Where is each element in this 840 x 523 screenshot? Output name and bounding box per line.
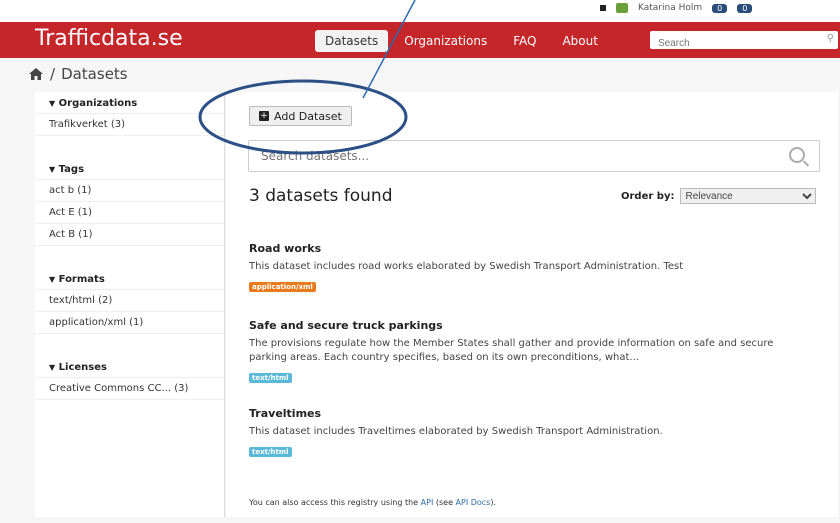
home-icon[interactable] — [28, 67, 44, 81]
facet-title: ▼ Licenses — [49, 362, 107, 373]
funnel-icon: ▼ — [49, 275, 56, 284]
add-dataset-label: Add Dataset — [274, 109, 342, 123]
api-docs-link[interactable]: API Docs — [456, 498, 491, 507]
facet-item-format[interactable]: application/xml (1) — [35, 311, 224, 334]
activity-badge[interactable]: 0 — [737, 3, 753, 13]
facet-formats: ▼ Formats text/html (2) application/xml … — [35, 274, 224, 334]
plus-icon: + — [259, 111, 269, 121]
order-by: Order by: Relevance — [621, 188, 817, 204]
header-search: ⚲ — [650, 31, 838, 53]
api-link[interactable]: API — [421, 498, 434, 507]
breadcrumb-current[interactable]: Datasets — [61, 65, 128, 83]
facet-organizations: ▼ Organizations Trafikverket (3) — [35, 98, 224, 136]
dataset-item: Traveltimes This dataset includes Travel… — [249, 407, 809, 458]
search-icon[interactable] — [789, 147, 805, 163]
facet-item-trafikverket[interactable]: Trafikverket (3) — [35, 113, 224, 136]
nav-about[interactable]: About — [552, 30, 607, 52]
dataset-search — [248, 140, 820, 172]
facet-sidebar: ▼ Organizations Trafikverket (3) ▼ Tags … — [35, 92, 225, 517]
funnel-icon: ▼ — [49, 165, 56, 174]
facet-title: ▼ Organizations — [49, 98, 138, 109]
site-header: Trafficdata.se Datasets Organizations FA… — [0, 22, 840, 58]
facet-item-tag[interactable]: Act E (1) — [35, 201, 224, 223]
format-badge[interactable]: text/html — [249, 373, 292, 383]
dataset-search-input[interactable] — [249, 141, 769, 171]
search-icon[interactable]: ⚲ — [827, 33, 834, 44]
main-nav: Datasets Organizations FAQ About — [315, 30, 608, 52]
dataset-title[interactable]: Safe and secure truck parkings — [249, 319, 809, 332]
user-name[interactable]: Katarina Holm — [638, 3, 702, 13]
user-avatar-icon — [616, 3, 628, 13]
add-dataset-button[interactable]: + Add Dataset — [249, 106, 352, 126]
dataset-title[interactable]: Road works — [249, 242, 809, 255]
facet-item-format[interactable]: text/html (2) — [35, 289, 224, 311]
order-by-label: Order by: — [621, 190, 675, 202]
account-bar: Katarina Holm 0 0 — [0, 0, 840, 22]
dataset-description: This dataset includes Traveltimes elabor… — [249, 426, 663, 437]
dataset-description: This dataset includes road works elabora… — [249, 261, 684, 272]
facet-item-tag[interactable]: Act B (1) — [35, 223, 224, 246]
dataset-item: Safe and secure truck parkings The provi… — [249, 319, 809, 384]
funnel-icon: ▼ — [49, 363, 56, 372]
notifications-badge[interactable]: 0 — [712, 3, 728, 13]
breadcrumb: / Datasets — [28, 65, 128, 83]
facet-item-license[interactable]: Creative Commons CC... (3) — [35, 377, 224, 400]
breadcrumb-separator: / — [50, 65, 56, 83]
format-badge[interactable]: application/xml — [249, 282, 316, 292]
dataset-list: + Add Dataset 3 datasets found Order by:… — [226, 92, 838, 517]
user-menu[interactable]: Katarina Holm 0 0 — [600, 3, 753, 13]
facet-title: ▼ Formats — [49, 274, 105, 285]
facet-tags: ▼ Tags act b (1) Act E (1) Act B (1) — [35, 164, 224, 246]
dataset-description: The provisions regulate how the Member S… — [249, 338, 774, 363]
facet-title: ▼ Tags — [49, 164, 85, 175]
facet-item-tag[interactable]: act b (1) — [35, 179, 224, 201]
nav-faq[interactable]: FAQ — [503, 30, 546, 52]
nav-organizations[interactable]: Organizations — [394, 30, 497, 52]
facet-licenses: ▼ Licenses Creative Commons CC... (3) — [35, 362, 224, 400]
order-by-select[interactable]: Relevance — [680, 188, 817, 204]
api-note: You can also access this registry using … — [249, 498, 497, 507]
results-count: 3 datasets found — [249, 186, 393, 206]
dataset-title[interactable]: Traveltimes — [249, 407, 809, 420]
menu-icon[interactable] — [600, 5, 606, 11]
funnel-icon: ▼ — [49, 99, 56, 108]
site-logo[interactable]: Trafficdata.se — [35, 26, 183, 51]
header-search-input[interactable] — [650, 34, 815, 53]
nav-datasets[interactable]: Datasets — [315, 30, 389, 52]
dataset-item: Road works This dataset includes road wo… — [249, 242, 809, 293]
format-badge[interactable]: text/html — [249, 447, 292, 457]
